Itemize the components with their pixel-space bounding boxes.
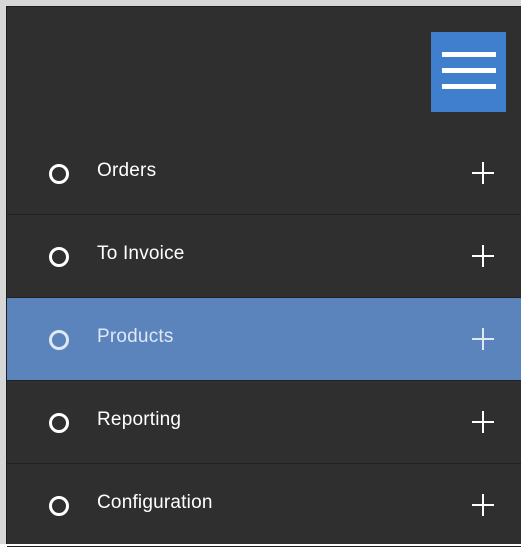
sidebar-item-label: To Invoice [97, 243, 185, 264]
circle-icon [49, 413, 69, 433]
hamburger-menu-icon [442, 84, 496, 89]
sidebar-item-orders[interactable]: Orders [7, 132, 521, 215]
hamburger-menu-icon [442, 68, 496, 73]
plus-icon[interactable] [472, 411, 494, 433]
sidebar-item-label: Reporting [97, 409, 182, 430]
sidebar-item-label: Orders [97, 160, 157, 181]
circle-icon [49, 247, 69, 267]
sidebar-item-label: Configuration [97, 492, 213, 513]
sidebar-item-label: Products [97, 326, 174, 347]
plus-icon[interactable] [472, 162, 494, 184]
sidebar-menu: Orders To Invoice Products Reporting Con [7, 132, 521, 547]
circle-icon [49, 330, 69, 350]
sidebar-item-configuration[interactable]: Configuration [7, 464, 521, 547]
plus-icon[interactable] [472, 328, 494, 350]
circle-icon [49, 496, 69, 516]
window-frame: Orders To Invoice Products Reporting Con [0, 0, 521, 547]
sidebar-item-products[interactable]: Products [7, 298, 521, 381]
plus-icon[interactable] [472, 245, 494, 267]
plus-icon[interactable] [472, 494, 494, 516]
sidebar-item-to-invoice[interactable]: To Invoice [7, 215, 521, 298]
hamburger-menu-icon [442, 52, 496, 57]
sidebar-menu-panel: Orders To Invoice Products Reporting Con [6, 6, 521, 547]
sidebar-item-reporting[interactable]: Reporting [7, 381, 521, 464]
circle-icon [49, 164, 69, 184]
hamburger-menu-button[interactable] [431, 32, 506, 112]
